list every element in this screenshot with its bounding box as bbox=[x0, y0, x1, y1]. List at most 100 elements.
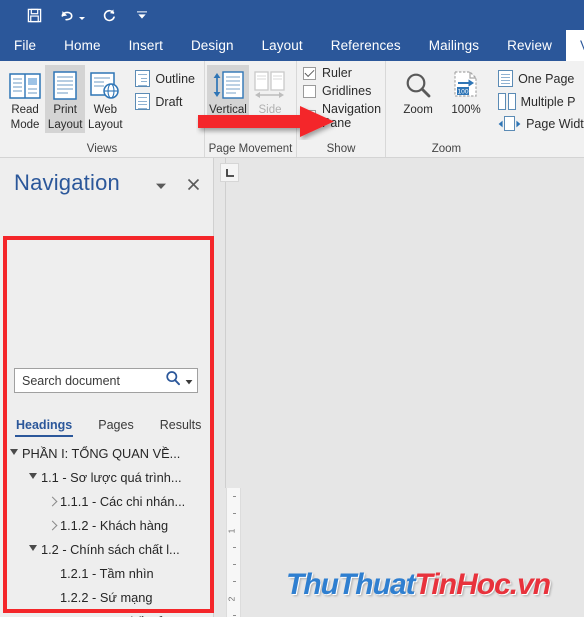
heading-tree-item[interactable]: PHẦN I: TỔNG QUAN VỀ... bbox=[0, 441, 214, 465]
navigation-pane-title: Navigation bbox=[14, 170, 120, 195]
draft-label: Draft bbox=[155, 94, 183, 109]
svg-text:100: 100 bbox=[458, 88, 469, 95]
print-layout-button[interactable]: Print Layout bbox=[45, 65, 86, 133]
print-layout-label-1: Print bbox=[53, 104, 78, 116]
multiple-pages-label: Multiple P bbox=[520, 94, 576, 109]
search-input[interactable]: Search document bbox=[14, 368, 198, 393]
navigation-tabs: Headings Pages Results bbox=[0, 405, 214, 437]
search-options-dropdown-icon[interactable] bbox=[181, 372, 193, 390]
tab-headings[interactable]: Headings bbox=[14, 418, 74, 437]
ruler-checkbox[interactable] bbox=[303, 66, 316, 80]
collapsed-triangle-icon[interactable] bbox=[44, 496, 60, 506]
tab-mailings[interactable]: Mailings bbox=[415, 30, 493, 61]
ribbon-tab-strip: File Home Insert Design Layout Reference… bbox=[0, 30, 584, 61]
expanded-triangle-icon[interactable] bbox=[25, 473, 41, 480]
navigation-pane-checkbox[interactable] bbox=[303, 109, 316, 123]
ruler-tick bbox=[233, 581, 236, 583]
heading-label: 1.2.3 - Cam kết của... bbox=[60, 614, 182, 617]
heading-tree-item[interactable]: 1.1 - Sơ lược quá trình... bbox=[0, 465, 214, 489]
tab-layout[interactable]: Layout bbox=[248, 30, 317, 61]
print-layout-icon bbox=[52, 68, 78, 104]
gridlines-checkbox-row[interactable]: Gridlines bbox=[303, 84, 381, 98]
collapsed-triangle-icon[interactable] bbox=[44, 520, 60, 530]
expanded-triangle-icon[interactable] bbox=[25, 545, 41, 552]
show-group-label: Show bbox=[326, 142, 356, 155]
ruler-checkbox-row[interactable]: Ruler bbox=[303, 66, 381, 80]
page-width-label: Page Widt bbox=[526, 116, 584, 131]
heading-tree-item[interactable]: 1.1.1 - Các chi nhán... bbox=[0, 489, 214, 513]
zoom-magnifier-icon bbox=[403, 68, 433, 104]
print-layout-label-2: Layout bbox=[47, 118, 83, 131]
tab-view[interactable]: View bbox=[565, 30, 584, 61]
side-to-side-label-2: to side bbox=[253, 118, 287, 131]
tab-results[interactable]: Results bbox=[160, 418, 202, 437]
ruler-number: 1 bbox=[226, 528, 237, 534]
zoom-button[interactable]: Zoom bbox=[394, 65, 442, 119]
read-mode-label-2: Mode bbox=[10, 118, 40, 131]
tab-design[interactable]: Design bbox=[177, 30, 248, 61]
heading-label: 1.2.1 - Tầm nhìn bbox=[60, 565, 154, 581]
watermark-part-2: TinHoc.vn bbox=[414, 568, 551, 601]
ruler-tick bbox=[233, 615, 236, 617]
heading-label: 1.1.1 - Các chi nhán... bbox=[60, 493, 186, 509]
one-page-button[interactable]: One Page bbox=[494, 68, 584, 89]
outline-icon bbox=[135, 70, 151, 87]
one-page-icon bbox=[498, 70, 514, 87]
heading-tree-item[interactable]: 1.2 - Chính sách chất l... bbox=[0, 537, 214, 561]
web-layout-button[interactable]: Web Layout bbox=[85, 65, 125, 133]
site-watermark: ThuThuatTinHoc.vn bbox=[286, 568, 551, 602]
navigation-pane-checkbox-row[interactable]: Navigation Pane bbox=[303, 102, 381, 130]
multiple-pages-button[interactable]: Multiple P bbox=[494, 91, 584, 112]
vertical-label: Vertical bbox=[209, 104, 247, 116]
gridlines-label: Gridlines bbox=[322, 84, 372, 98]
tab-insert[interactable]: Insert bbox=[115, 30, 177, 61]
ruler-tick bbox=[233, 513, 236, 515]
tab-references[interactable]: References bbox=[317, 30, 415, 61]
tab-review[interactable]: Review bbox=[493, 30, 566, 61]
heading-tree-item[interactable]: 1.1.2 - Khách hàng bbox=[0, 513, 214, 537]
close-icon[interactable] bbox=[184, 175, 202, 193]
expanded-triangle-icon[interactable] bbox=[6, 449, 22, 456]
side-to-side-button[interactable]: Side to side bbox=[249, 65, 291, 133]
zoom-100-button[interactable]: 100 100% bbox=[442, 65, 490, 119]
zoom-100-label: 100% bbox=[451, 104, 481, 116]
navigation-pane-label: Navigation Pane bbox=[322, 102, 382, 130]
read-mode-icon bbox=[9, 68, 41, 104]
read-mode-button[interactable]: Read Mode bbox=[5, 65, 45, 133]
zoom-group-label: Zoom bbox=[431, 142, 462, 155]
outline-button[interactable]: Outline bbox=[131, 68, 199, 89]
search-icon[interactable] bbox=[165, 370, 181, 391]
heading-tree-item[interactable]: 1.2.1 - Tầm nhìn bbox=[0, 561, 214, 585]
heading-label: PHẦN I: TỔNG QUAN VỀ... bbox=[22, 445, 181, 461]
ruler-tick bbox=[233, 564, 236, 566]
vertical-ruler[interactable]: 123 bbox=[226, 488, 241, 617]
save-icon[interactable] bbox=[24, 5, 44, 25]
gridlines-checkbox[interactable] bbox=[303, 84, 316, 98]
customize-qat-icon[interactable] bbox=[132, 5, 152, 25]
chevron-down-icon[interactable] bbox=[152, 177, 170, 195]
tab-pages[interactable]: Pages bbox=[98, 418, 133, 437]
left-tab-stop-icon[interactable] bbox=[220, 163, 239, 182]
side-to-side-label-1: Side bbox=[258, 104, 282, 116]
page-movement-group-label: Page Movement bbox=[208, 142, 293, 155]
word-window: File Home Insert Design Layout Reference… bbox=[0, 0, 584, 617]
page-width-button[interactable]: Page Widt bbox=[494, 114, 584, 133]
outline-label: Outline bbox=[155, 71, 195, 86]
vertical-button[interactable]: Vertical bbox=[207, 65, 249, 119]
undo-dropdown-icon[interactable] bbox=[78, 5, 86, 25]
heading-tree-item[interactable]: 1.2.2 - Sứ mạng bbox=[0, 585, 214, 609]
ribbon-group-zoom: Zoom 100 100% One Page Multiple P Page W… bbox=[385, 61, 584, 157]
navigation-pane: Navigation Search document Headings Page… bbox=[0, 158, 214, 617]
heading-tree-item[interactable]: 1.2.3 - Cam kết của... bbox=[0, 609, 214, 617]
ribbon-body: Read Mode Print Layout Web Layout Outlin… bbox=[0, 61, 584, 158]
heading-label: 1.1.2 - Khách hàng bbox=[60, 517, 169, 533]
redo-icon[interactable] bbox=[99, 5, 119, 25]
tab-home[interactable]: Home bbox=[50, 30, 114, 61]
undo-icon[interactable] bbox=[57, 5, 77, 25]
views-group-label: Views bbox=[86, 142, 118, 155]
ribbon-group-show: Ruler Gridlines Navigation Pane Show bbox=[296, 61, 385, 157]
draft-button[interactable]: Draft bbox=[131, 91, 199, 112]
ribbon-group-views: Read Mode Print Layout Web Layout Outlin… bbox=[0, 61, 204, 157]
multiple-pages-icon bbox=[498, 93, 516, 110]
tab-file[interactable]: File bbox=[0, 30, 50, 61]
